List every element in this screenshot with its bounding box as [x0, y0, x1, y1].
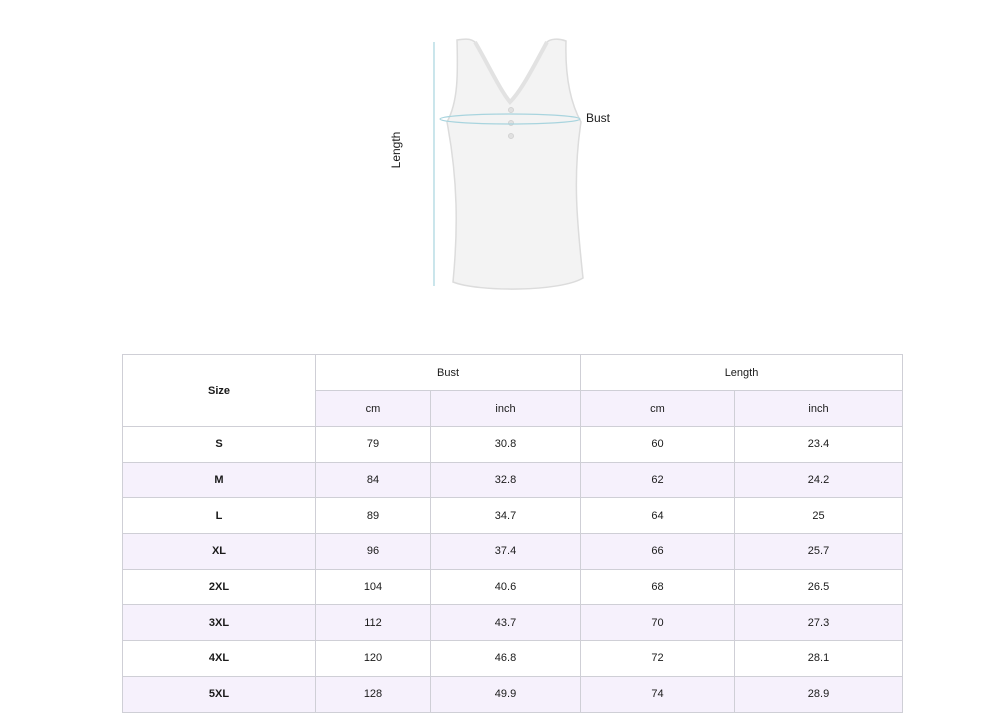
length-cm-cell: 64: [580, 497, 736, 535]
table-row: 4XL 120 46.8 72 28.1: [122, 640, 904, 677]
length-inch-cell: 28.1: [734, 640, 904, 677]
table-row: 5XL 128 49.9 74 28.9: [122, 675, 904, 713]
length-cm-cell: 66: [580, 533, 736, 570]
length-inch-cell: 27.3: [734, 604, 904, 642]
size-cell: XL: [122, 533, 316, 570]
bust-cm-cell: 89: [315, 497, 431, 535]
bust-inch-cell: 40.6: [429, 568, 582, 606]
length-inch-cell: 25: [734, 497, 904, 535]
tank-top-shape: [446, 38, 584, 290]
size-cell: 5XL: [122, 675, 316, 713]
bust-inch-cell: 46.8: [429, 640, 582, 677]
bust-cm-cell: 120: [315, 640, 431, 677]
table-row: 3XL 112 43.7 70 27.3: [122, 604, 904, 642]
size-column-header: Size: [122, 354, 316, 427]
size-cell: M: [122, 461, 316, 499]
length-cm-cell: 70: [580, 604, 736, 642]
length-inch-cell: 28.9: [734, 675, 904, 713]
size-cell: 4XL: [122, 640, 316, 677]
length-inch-cell: 24.2: [734, 461, 904, 499]
button-icon: [508, 107, 514, 113]
table-row: L 89 34.7 64 25: [122, 497, 904, 535]
bust-cm-cell: 112: [315, 604, 431, 642]
bust-inch-cell: 37.4: [429, 533, 582, 570]
bust-inch-cell: 34.7: [429, 497, 582, 535]
bust-cm-cell: 84: [315, 461, 431, 499]
length-inch-header: inch: [734, 390, 904, 427]
button-icon: [508, 120, 514, 126]
size-cell: S: [122, 426, 316, 463]
size-chart-table: Size Bust Length cm inch cm inch S 79 30…: [122, 354, 904, 713]
bust-cm-cell: 79: [315, 426, 431, 463]
bust-inch-cell: 30.8: [429, 426, 582, 463]
tank-top-diagram: [400, 30, 620, 300]
length-cm-cell: 72: [580, 640, 736, 677]
length-inch-cell: 26.5: [734, 568, 904, 606]
bust-inch-header: inch: [429, 390, 582, 427]
size-cell: L: [122, 497, 316, 535]
table-row: 2XL 104 40.6 68 26.5: [122, 568, 904, 606]
bust-cm-cell: 96: [315, 533, 431, 570]
length-cm-cell: 74: [580, 675, 736, 713]
length-cm-cell: 62: [580, 461, 736, 499]
button-icon: [508, 133, 514, 139]
length-column-header: Length: [580, 354, 904, 391]
size-cell: 3XL: [122, 604, 316, 642]
bust-cm-cell: 128: [315, 675, 431, 713]
table-row: S 79 30.8 60 23.4: [122, 426, 904, 463]
length-cm-header: cm: [580, 390, 736, 427]
bust-inch-cell: 49.9: [429, 675, 582, 713]
bust-inch-cell: 43.7: [429, 604, 582, 642]
bust-inch-cell: 32.8: [429, 461, 582, 499]
length-inch-cell: 23.4: [734, 426, 904, 463]
size-cell: 2XL: [122, 568, 316, 606]
bust-column-header: Bust: [314, 354, 582, 391]
bust-cm-header: cm: [315, 390, 431, 427]
length-inch-cell: 25.7: [734, 533, 904, 570]
length-cm-cell: 60: [580, 426, 736, 463]
tank-top-illustration: [433, 38, 584, 290]
bust-cm-cell: 104: [315, 568, 431, 606]
table-row: M 84 32.8 62 24.2: [122, 461, 904, 499]
length-label: Length: [389, 131, 403, 169]
length-cm-cell: 68: [580, 568, 736, 606]
table-header-row: Size Bust Length: [122, 354, 904, 427]
bust-label: Bust: [586, 111, 611, 125]
table-row: XL 96 37.4 66 25.7: [122, 533, 904, 570]
